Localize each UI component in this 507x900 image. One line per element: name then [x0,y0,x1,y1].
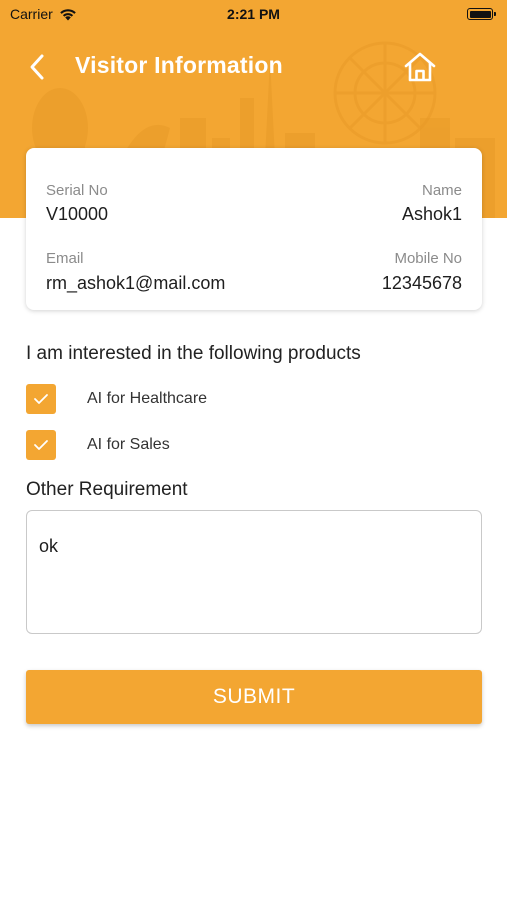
product-option-sales[interactable]: AI for Sales [26,430,170,460]
products-section-title: I am interested in the following product… [26,343,361,364]
email-label: Email [46,250,84,267]
checkmark-icon [34,394,48,404]
battery-icon [467,8,496,20]
serial-no-value: V10000 [46,204,109,224]
status-bar: Carrier 2:21 PM [0,0,507,28]
nav-bar: Visitor Information [0,44,507,90]
carrier-label: Carrier [10,6,53,22]
wifi-icon [59,8,76,20]
name-value: Ashok1 [401,204,462,224]
other-requirement-title: Other Requirement [26,479,188,500]
visitor-info-card: Serial No V10000 Name Ashok1 Email rm_as… [26,148,482,310]
other-requirement-textarea[interactable]: ok [26,510,482,634]
chevron-left-icon [30,54,44,80]
home-button[interactable] [400,49,440,85]
battery-fill [469,10,491,18]
status-left: Carrier [10,6,77,22]
mobile-no-label: Mobile No [394,250,462,267]
checkbox-sales[interactable] [26,430,56,460]
checkbox-label-sales: AI for Sales [87,436,170,453]
page-title: Visitor Information [75,52,283,78]
name-label: Name [421,182,462,199]
mobile-no-value: 12345678 [381,273,462,293]
home-icon [404,52,436,82]
checkbox-healthcare[interactable] [26,384,56,414]
checkmark-icon [34,440,48,450]
product-option-healthcare[interactable]: AI for Healthcare [26,384,207,414]
email-value: rm_ashok1@mail.com [46,273,226,293]
checkbox-label-healthcare: AI for Healthcare [87,390,208,407]
serial-no-label: Serial No [46,182,108,199]
submit-button[interactable]: SUBMIT [26,670,482,724]
back-button[interactable] [22,52,52,82]
